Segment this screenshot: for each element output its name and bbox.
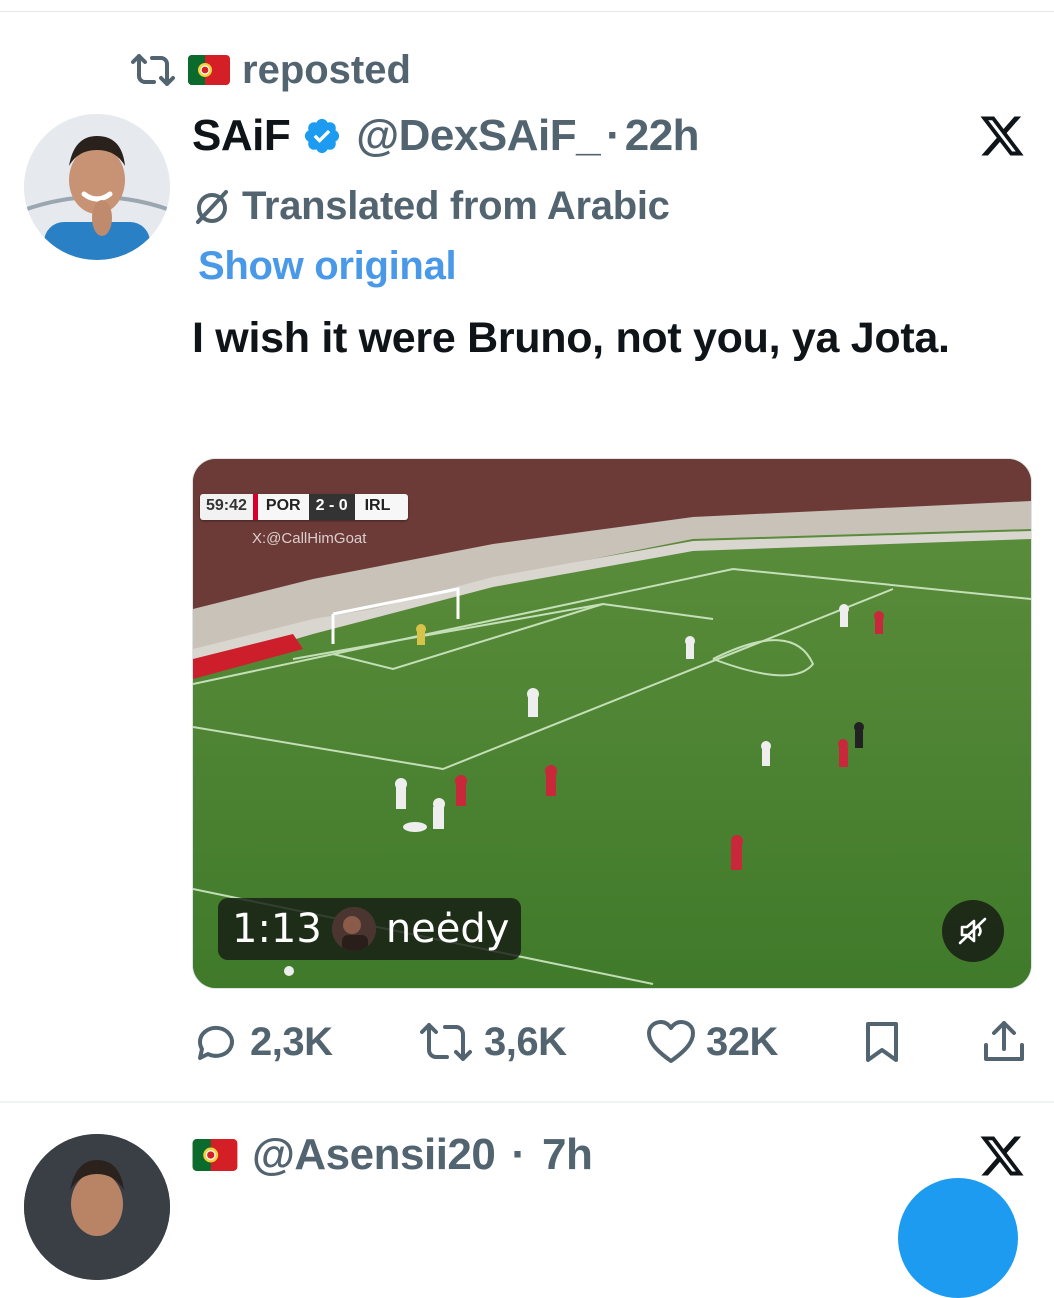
speaker-muted-icon: [958, 917, 987, 945]
share-action[interactable]: [982, 1012, 1026, 1072]
avatar-image: [24, 114, 170, 260]
author-avatar[interactable]: [24, 114, 170, 260]
author-handle[interactable]: @DexSAiF_: [356, 111, 600, 161]
top-divider: [0, 0, 1054, 12]
share-icon: [984, 1021, 1024, 1061]
heart-icon: [647, 1020, 695, 1063]
translation-notice: Translated from Arabic: [192, 182, 670, 230]
bookmark-action[interactable]: [862, 1012, 902, 1072]
like-action[interactable]: 32K: [646, 1012, 778, 1072]
bookmark-icon: [866, 1022, 898, 1062]
overlay-username: neėdy: [385, 906, 510, 952]
translated-label: Translated from Arabic: [242, 183, 670, 228]
portugal-flag-icon: [192, 1139, 238, 1171]
next-post-time[interactable]: 7h: [542, 1130, 593, 1180]
away-team: IRL: [354, 494, 409, 520]
portugal-flag-icon: [188, 55, 230, 85]
repost-label: reposted: [242, 47, 411, 92]
post-actions: 2,3K 3,6K 32K: [0, 1012, 1054, 1072]
match-clock: 59:42: [200, 494, 253, 520]
repost-action[interactable]: 3,6K: [418, 1012, 567, 1072]
repost-icon: [131, 54, 175, 86]
post-header: SAiF @DexSAiF_ · 22h: [192, 110, 700, 162]
like-count: 32K: [706, 1019, 778, 1064]
video-credit: X:@CallHimGoat: [252, 530, 367, 547]
verified-badge-icon: [302, 116, 342, 156]
overlay-avatar-icon: [331, 907, 376, 951]
separator-dot: ·: [511, 1130, 527, 1179]
translate-icon: [196, 190, 228, 224]
repost-icon: [420, 1023, 472, 1061]
mute-button[interactable]: [942, 900, 1004, 962]
reply-count: 2,3K: [250, 1019, 333, 1064]
display-name[interactable]: SAiF: [192, 111, 291, 161]
post-text: I wish it were Bruno, not you, ya Jota.: [192, 314, 950, 362]
repost-header: reposted: [130, 48, 411, 92]
post-time[interactable]: 22h: [625, 111, 700, 161]
x-logo-icon: [978, 1132, 1026, 1180]
video-duration-overlay: 1:13 neėdy: [218, 898, 522, 960]
reply-icon: [197, 1025, 234, 1060]
separator-dot: ·: [606, 111, 621, 160]
post-divider: [0, 1101, 1054, 1103]
show-original-link[interactable]: Show original: [198, 244, 457, 289]
x-logo-icon: [978, 112, 1026, 160]
next-post-avatar[interactable]: [24, 1134, 170, 1280]
next-post-header: @Asensii20 · 7h: [192, 1126, 593, 1184]
next-post-handle[interactable]: @Asensii20: [252, 1130, 496, 1180]
home-team: POR: [257, 494, 309, 520]
match-score: 2 - 0: [308, 494, 355, 520]
compose-button[interactable]: [898, 1178, 1018, 1298]
scorebug: 59:42 POR 2 - 0 IRL: [200, 494, 409, 520]
reply-action[interactable]: 2,3K: [192, 1012, 333, 1072]
video-duration: 1:13: [232, 906, 322, 952]
avatar-image: [24, 1134, 170, 1280]
repost-count: 3,6K: [484, 1019, 567, 1064]
